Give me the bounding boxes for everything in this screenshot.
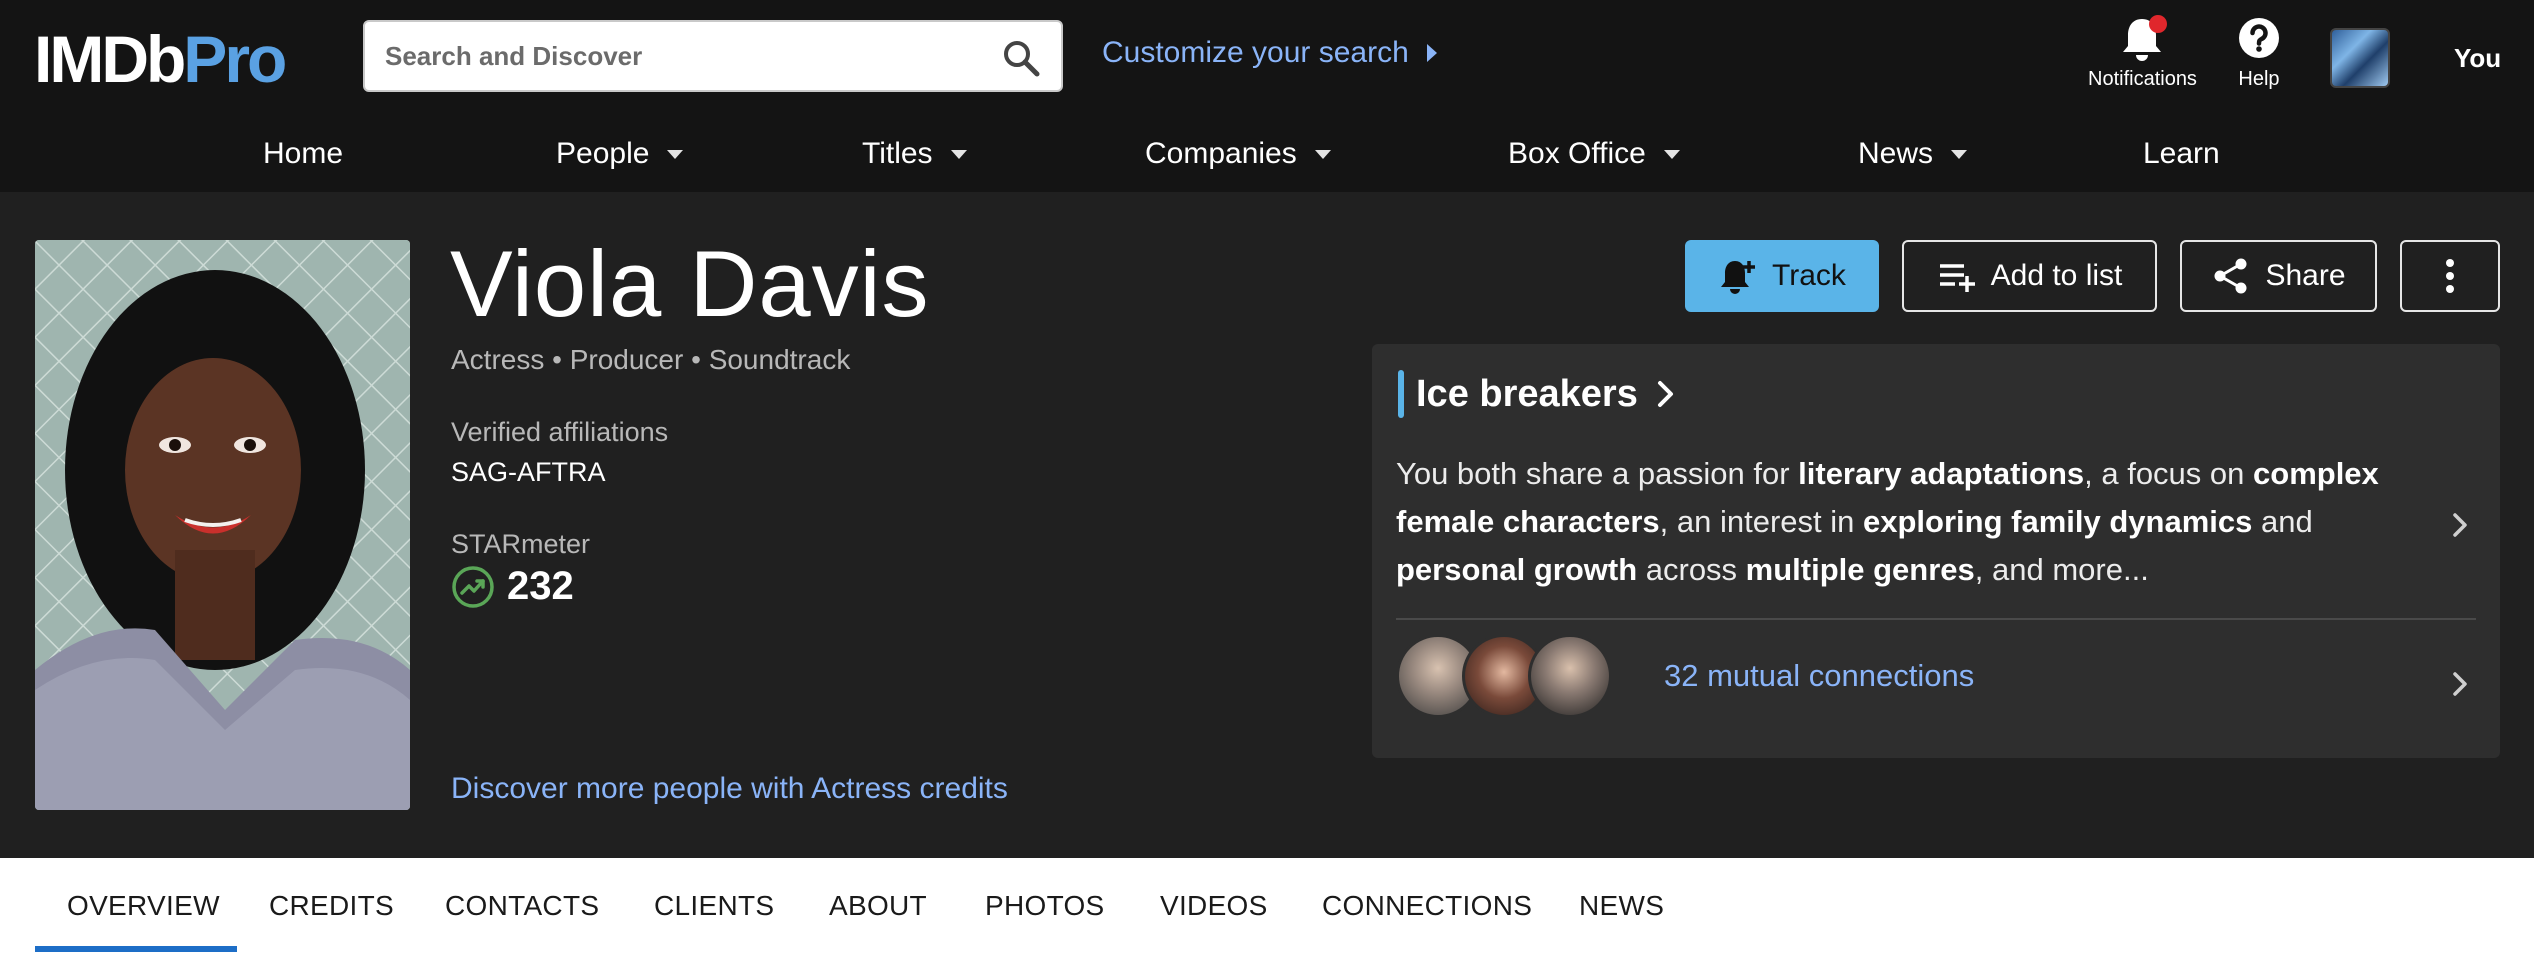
starmeter[interactable]: 232: [451, 564, 574, 609]
bell-icon: [2123, 15, 2168, 61]
playlist-add-icon: [1939, 264, 1975, 292]
ice-text-highlight: literary adaptations: [1798, 456, 2085, 491]
ice-text-part: , a focus on: [2084, 456, 2254, 491]
help-button[interactable]: Help: [2234, 14, 2284, 91]
chevron-down-icon: [1663, 149, 1680, 159]
ice-text-part: , and more...: [1974, 552, 2149, 587]
search-box: [363, 20, 1063, 92]
nav-learn-label: Learn: [2143, 137, 2220, 170]
profile-tabs: OVERVIEW CREDITS CONTACTS CLIENTS ABOUT …: [0, 858, 2534, 962]
chevron-right-icon[interactable]: [2450, 669, 2470, 699]
tab-credits[interactable]: CREDITS: [269, 890, 394, 922]
discover-more-link[interactable]: Discover more people with Actress credit…: [451, 772, 1008, 806]
profile-photo[interactable]: [35, 240, 410, 810]
share-button[interactable]: Share: [2180, 240, 2377, 312]
ice-text-part: You both share a passion for: [1396, 456, 1799, 491]
ice-breakers-card: Ice breakers You both share a passion fo…: [1372, 344, 2500, 758]
tab-connections[interactable]: CONNECTIONS: [1322, 890, 1532, 922]
active-tab-indicator: [35, 946, 237, 952]
tab-about[interactable]: ABOUT: [829, 890, 927, 922]
chevron-down-icon: [950, 149, 967, 159]
chevron-down-icon: [1314, 149, 1331, 159]
avatar: [1528, 634, 1612, 718]
affiliations-value: SAG-AFTRA: [451, 457, 606, 487]
logo-pro-text: Pro: [183, 22, 287, 96]
top-bar: IMDbPro Customize your search Notificati…: [0, 0, 2534, 115]
headshot-image: [35, 240, 410, 810]
nav-people-label: People: [556, 137, 650, 170]
tab-photos[interactable]: PHOTOS: [985, 890, 1105, 922]
caret-right-icon: [1426, 44, 1437, 62]
share-icon: [2214, 258, 2247, 294]
nav-titles[interactable]: Titles: [862, 137, 967, 171]
nav-box-office[interactable]: Box Office: [1508, 137, 1680, 171]
nav-home[interactable]: Home: [263, 137, 343, 171]
affiliations-label: Verified affiliations: [451, 417, 669, 447]
track-label: Track: [1772, 259, 1846, 292]
more-options-button[interactable]: [2400, 240, 2500, 312]
main-nav: Home People Titles Companies Box Office …: [0, 115, 2534, 192]
nav-box-office-label: Box Office: [1508, 137, 1646, 170]
mutual-connections-link[interactable]: 32 mutual connections: [1664, 658, 1974, 694]
divider: [1396, 618, 2476, 620]
person-roles: Actress • Producer • Soundtrack: [451, 344, 851, 375]
add-to-list-button[interactable]: Add to list: [1902, 240, 2157, 312]
profile-hero: Viola Davis Actress • Producer • Soundtr…: [0, 192, 2534, 858]
chevron-down-icon: [1951, 149, 1968, 159]
ice-text-highlight: exploring family dynamics: [1863, 504, 2253, 539]
bell-plus-icon: [1721, 261, 1756, 294]
tab-overview[interactable]: OVERVIEW: [67, 890, 220, 922]
tab-clients[interactable]: CLIENTS: [654, 890, 774, 922]
ice-breakers-title: Ice breakers: [1416, 372, 1638, 415]
starmeter-value: 232: [507, 564, 574, 608]
logo-imdb-text: IMDb: [34, 22, 186, 96]
tab-contacts[interactable]: CONTACTS: [445, 890, 599, 922]
tab-videos[interactable]: VIDEOS: [1160, 890, 1268, 922]
nav-companies-label: Companies: [1145, 137, 1297, 170]
mutual-connections-row[interactable]: 32 mutual connections: [1396, 634, 1974, 718]
track-button[interactable]: Track: [1685, 240, 1879, 312]
nav-home-label: Home: [263, 137, 344, 170]
ice-text-part: , an interest in: [1659, 504, 1864, 539]
nav-titles-label: Titles: [862, 137, 933, 170]
imdbpro-logo[interactable]: IMDb Pro: [34, 22, 287, 96]
tab-news[interactable]: NEWS: [1579, 890, 1664, 922]
ice-text-highlight: multiple genres: [1745, 552, 1975, 587]
nav-companies[interactable]: Companies: [1145, 137, 1331, 171]
user-menu[interactable]: You: [2330, 28, 2534, 88]
accent-bar: [1398, 370, 1404, 418]
add-to-list-label: Add to list: [1990, 259, 2123, 292]
ice-text-part: and: [2252, 504, 2313, 539]
ice-text-part: across: [1637, 552, 1746, 587]
user-avatar: [2330, 28, 2390, 88]
ice-breakers-header[interactable]: Ice breakers: [1398, 370, 1676, 418]
notifications-label: Notifications: [2088, 68, 2197, 90]
ice-breakers-text[interactable]: You both share a passion for literary ad…: [1396, 450, 2416, 594]
nav-people[interactable]: People: [556, 137, 684, 171]
share-label: Share: [2265, 259, 2346, 292]
chevron-down-icon: [667, 149, 684, 159]
mutual-avatars: [1396, 634, 1612, 718]
customize-search-label: Customize your search: [1102, 36, 1409, 69]
search-icon[interactable]: [1001, 38, 1041, 78]
starmeter-label: STARmeter: [451, 529, 591, 559]
ice-text-highlight: personal growth: [1396, 552, 1638, 587]
trending-up-icon: [452, 565, 494, 608]
search-input[interactable]: [385, 40, 985, 72]
nav-learn[interactable]: Learn: [2143, 137, 2220, 171]
nav-news[interactable]: News: [1858, 137, 1968, 171]
chevron-right-icon: [1657, 381, 1673, 407]
customize-search-link[interactable]: Customize your search: [1102, 36, 1437, 70]
help-icon: [2239, 18, 2279, 58]
notifications-button[interactable]: Notifications: [2088, 14, 2197, 91]
chevron-right-icon[interactable]: [2450, 510, 2470, 540]
notification-dot: [2149, 15, 2168, 33]
help-label: Help: [2238, 68, 2280, 90]
user-name: You: [2454, 42, 2502, 73]
more-vertical-icon: [2446, 259, 2454, 293]
person-name: Viola Davis: [450, 231, 930, 336]
nav-news-label: News: [1858, 137, 1934, 170]
